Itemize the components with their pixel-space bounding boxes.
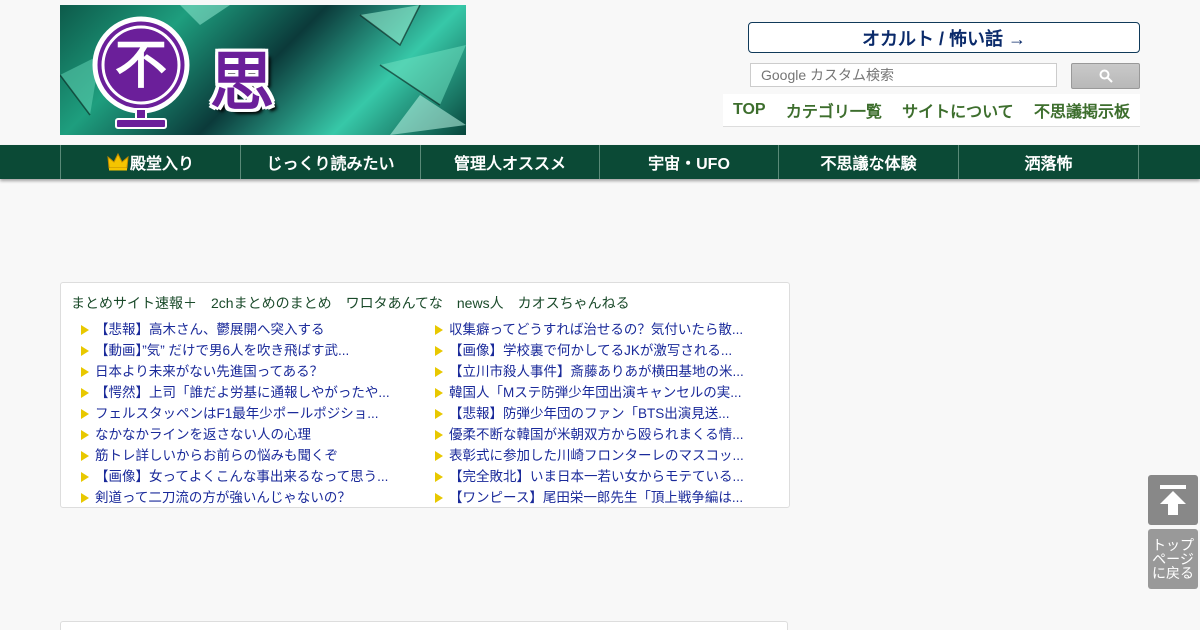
list-item[interactable]: 【画像】女ってよくこんな事出来るなって思う... <box>81 464 421 485</box>
nav-item-space-ufo[interactable]: 宇宙・UFO <box>600 145 779 179</box>
arrow-right-icon <box>81 345 89 356</box>
nav-item-label: 管理人オススメ <box>453 156 566 173</box>
list-item-text: なかなかラインを返さない人の心理 <box>95 426 311 442</box>
nav-item-label: 殿堂入り <box>129 156 194 173</box>
top-nav: TOP カテゴリ一覧 サイトについて 不思議掲示板 <box>723 94 1140 127</box>
arrow-right-icon <box>81 324 89 335</box>
list-item-text: 筋トレ詳しいからお前らの悩みも聞くぞ <box>95 447 338 463</box>
antenna-left-column: 【悲報】高木さん、鬱展開へ突入する 【動画】”気” だけで男6人を吹き飛ばす武.… <box>81 317 421 506</box>
nav-item-share-kowa[interactable]: 洒落怖 <box>959 145 1139 179</box>
list-item-text: 韓国人「Mステ防弾少年団出演キャンセルの実... <box>449 384 742 400</box>
list-item-text: 【立川市殺人事件】斎藤ありあが横田基地の米... <box>449 363 744 379</box>
list-item-text: 【画像】学校裏で何かしてるJKが激写される... <box>449 342 733 358</box>
list-item[interactable]: なかなかラインを返さない人の心理 <box>81 422 421 443</box>
arrow-up-icon <box>1160 485 1186 515</box>
list-item-text: 【動画】”気” だけで男6人を吹き飛ばす武... <box>95 342 350 358</box>
nav-item-label: じっくり読みたい <box>266 156 395 173</box>
top-nav-top[interactable]: TOP <box>733 101 766 119</box>
arrow-right-icon <box>81 366 89 377</box>
arrow-right-icon <box>435 345 443 356</box>
list-item-text: 収集癖ってどうすれば治せるの？気付いたら散... <box>449 321 744 337</box>
list-item-text: 日本より未来がない先進国ってある？ <box>95 363 324 379</box>
top-nav-board[interactable]: 不思議掲示板 <box>1034 98 1130 122</box>
antenna-site-link[interactable]: 2chまとめのまとめ <box>211 293 332 313</box>
content-box <box>60 621 788 630</box>
logo-emblem: 不 <box>92 16 190 129</box>
list-item[interactable]: 【画像】学校裏で何かしてるJKが激写される... <box>435 338 775 359</box>
arrow-right-icon <box>435 387 443 398</box>
nav-item-read-slowly[interactable]: じっくり読みたい <box>241 145 421 179</box>
list-item[interactable]: フェルスタッペンはF1最年少ポールポジショ... <box>81 401 421 422</box>
list-item[interactable]: 筋トレ詳しいからお前らの悩みも聞くぞ <box>81 443 421 464</box>
arrow-right-icon <box>435 471 443 482</box>
list-item[interactable]: 【愕然】上司「誰だよ労基に通報しやがったや... <box>81 380 421 401</box>
list-item-text: 表彰式に参加した川崎フロンターレのマスコッ... <box>449 447 744 463</box>
back-to-top-button[interactable] <box>1148 475 1198 525</box>
antenna-site-link[interactable]: ワロタあんてな <box>346 293 443 313</box>
list-item[interactable]: 表彰式に参加した川崎フロンターレのマスコッ... <box>435 443 775 464</box>
list-item[interactable]: 韓国人「Mステ防弾少年団出演キャンセルの実... <box>435 380 775 401</box>
main-nav: 殿堂入り じっくり読みたい 管理人オススメ 宇宙・UFO 不思議な体験 洒落怖 <box>0 145 1200 179</box>
top-nav-about[interactable]: サイトについて <box>902 98 1014 122</box>
arrow-right-icon <box>81 429 89 440</box>
search-button[interactable] <box>1071 63 1140 89</box>
arrow-right-icon <box>435 366 443 377</box>
logo-text: 思議.NET <box>210 46 274 120</box>
list-item[interactable]: 【ワンピース】尾田栄一郎先生「頂上戦争編は... <box>435 485 775 506</box>
antenna-box: まとめサイト速報＋ 2chまとめのまとめ ワロタあんてな news人 カオスちゃ… <box>60 282 790 508</box>
arrow-right-icon <box>435 408 443 419</box>
list-item-text: 【ワンピース】尾田栄一郎先生「頂上戦争編は... <box>449 489 744 505</box>
list-item-text: 【画像】女ってよくこんな事出来るなって思う... <box>95 468 389 484</box>
antenna-site-link[interactable]: まとめサイト速報＋ <box>71 293 197 313</box>
list-item-text: 【悲報】高木さん、鬱展開へ突入する <box>95 321 325 337</box>
list-item-text: 【愕然】上司「誰だよ労基に通報しやがったや... <box>95 384 390 400</box>
nav-item-label: 洒落怖 <box>1024 156 1073 173</box>
list-item-text: フェルスタッペンはF1最年少ポールポジショ... <box>95 405 379 421</box>
svg-text:不: 不 <box>115 35 167 96</box>
list-item[interactable]: 日本より未来がない先進国ってある？ <box>81 359 421 380</box>
list-item-text: 剣道って二刀流の方が強いんじゃないの？ <box>95 489 351 505</box>
top-nav-categories[interactable]: カテゴリ一覧 <box>786 98 882 122</box>
list-item[interactable]: 優柔不断な韓国が米朝双方から殴られまくる情... <box>435 422 775 443</box>
nav-item-label: 不思議な体験 <box>820 156 917 173</box>
arrow-right-icon <box>81 387 89 398</box>
search-input[interactable] <box>750 63 1057 87</box>
back-to-top-label[interactable]: トップページに戻る <box>1148 529 1198 589</box>
list-item[interactable]: 【動画】”気” だけで男6人を吹き飛ばす武... <box>81 338 421 359</box>
arrow-right-icon <box>435 429 443 440</box>
antenna-site-link[interactable]: news人 <box>457 293 504 313</box>
list-item[interactable]: 【悲報】高木さん、鬱展開へ突入する <box>81 317 421 338</box>
search-icon <box>1099 69 1113 83</box>
site-logo[interactable]: 不 思議.NET <box>60 5 466 135</box>
antenna-site-link[interactable]: カオスちゃんねる <box>518 293 630 313</box>
list-item[interactable]: 【完全敗北】いま日本一若い女からモテている... <box>435 464 775 485</box>
arrow-right-icon <box>81 492 89 503</box>
list-item[interactable]: 【立川市殺人事件】斎藤ありあが横田基地の米... <box>435 359 775 380</box>
arrow-right-icon <box>81 408 89 419</box>
crown-icon <box>107 153 129 171</box>
list-item[interactable]: 【悲報】防弾少年団のファン「BTS出演見送... <box>435 401 775 422</box>
nav-item-hall-of-fame[interactable]: 殿堂入り <box>61 145 241 179</box>
list-item-text: 【悲報】防弾少年団のファン「BTS出演見送... <box>449 405 730 421</box>
antenna-site-list: まとめサイト速報＋ 2chまとめのまとめ ワロタあんてな news人 カオスちゃ… <box>71 293 630 313</box>
nav-item-strange-experience[interactable]: 不思議な体験 <box>779 145 959 179</box>
nav-item-label: 宇宙・UFO <box>648 156 730 173</box>
nav-item-admin-picks[interactable]: 管理人オススメ <box>421 145 600 179</box>
antenna-right-column: 収集癖ってどうすれば治せるの？気付いたら散... 【画像】学校裏で何かしてるJK… <box>435 317 775 506</box>
list-item[interactable]: 収集癖ってどうすれば治せるの？気付いたら散... <box>435 317 775 338</box>
occult-link-button[interactable]: オカルト / 怖い話 → <box>748 22 1140 53</box>
arrow-right-icon <box>435 450 443 461</box>
list-item[interactable]: 剣道って二刀流の方が強いんじゃないの？ <box>81 485 421 506</box>
arrow-right-icon <box>435 324 443 335</box>
list-item-text: 【完全敗北】いま日本一若い女からモテている... <box>449 468 744 484</box>
arrow-right-icon <box>81 450 89 461</box>
arrow-right-icon <box>435 492 443 503</box>
list-item-text: 優柔不断な韓国が米朝双方から殴られまくる情... <box>449 426 744 442</box>
arrow-right-icon <box>81 471 89 482</box>
